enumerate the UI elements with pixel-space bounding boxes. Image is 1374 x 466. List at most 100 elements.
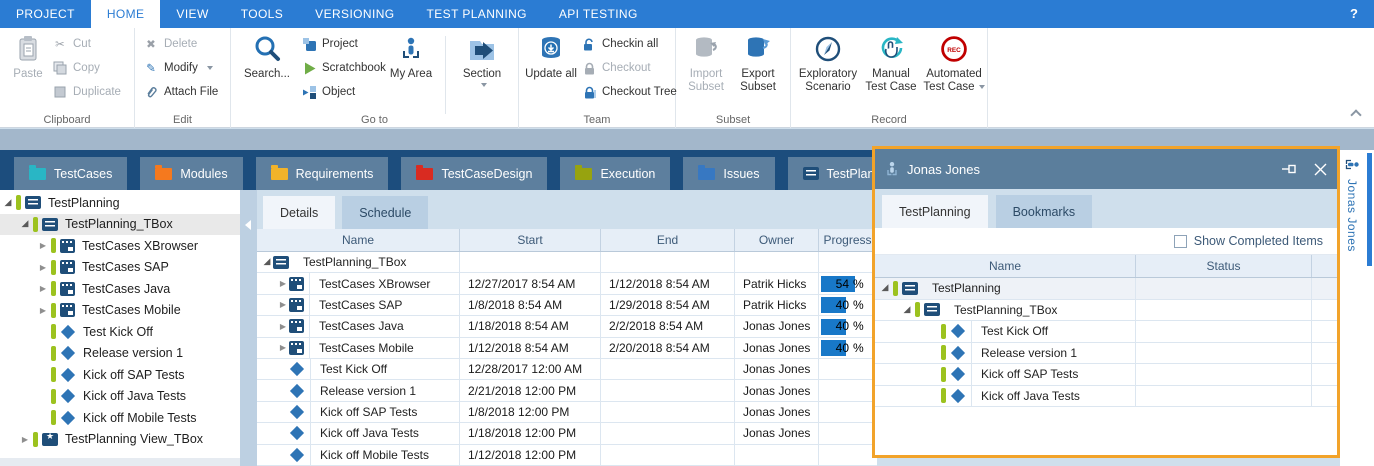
column-header-progress[interactable]: Progress: [819, 229, 876, 251]
paste-button[interactable]: Paste: [6, 32, 50, 81]
export-subset-button[interactable]: Export Subset: [734, 32, 782, 94]
tree-item[interactable]: ▶TestCases XBrowser: [0, 235, 240, 257]
tree-item[interactable]: Test Kick Off: [0, 321, 240, 343]
checkin-all-button[interactable]: Checkin all: [581, 32, 677, 56]
tab-details[interactable]: Details: [263, 196, 335, 229]
table-row[interactable]: ◢TestPlanning_TBox: [257, 252, 877, 273]
expander-icon[interactable]: ◢: [261, 257, 273, 267]
column-header-status[interactable]: Status: [1136, 255, 1312, 277]
search-button[interactable]: Search...: [239, 32, 295, 81]
duplicate-button[interactable]: Duplicate: [52, 80, 121, 104]
import-subset-button[interactable]: Import Subset: [682, 32, 730, 94]
menu-view[interactable]: VIEW: [160, 0, 224, 28]
section-button[interactable]: Section: [453, 32, 511, 87]
tree-item[interactable]: Kick off SAP Tests: [0, 364, 240, 386]
close-icon[interactable]: [1314, 163, 1327, 176]
tree-item[interactable]: Kick off Java Tests: [0, 386, 240, 408]
panel-row[interactable]: Kick off SAP Tests: [875, 364, 1337, 386]
expander-icon[interactable]: ▶: [37, 284, 49, 293]
panel-header[interactable]: Jonas Jones: [875, 149, 1337, 189]
show-completed-checkbox[interactable]: [1174, 235, 1187, 248]
help-icon[interactable]: ?: [1344, 0, 1364, 28]
panel-row[interactable]: Test Kick Off: [875, 321, 1337, 343]
tree-item[interactable]: ▶TestCases Mobile: [0, 300, 240, 322]
column-header-name[interactable]: Name: [257, 229, 460, 251]
panel-row[interactable]: ◢TestPlanning_TBox: [875, 300, 1337, 322]
menu-home[interactable]: HOME: [91, 0, 161, 28]
copy-button[interactable]: Copy: [52, 56, 121, 80]
column-header-end[interactable]: End: [601, 229, 735, 251]
panel-tab-testplanning[interactable]: TestPlanning: [882, 195, 988, 228]
tab-testcases[interactable]: TestCases: [14, 157, 127, 190]
delete-button[interactable]: ✖Delete: [143, 32, 218, 56]
tree-item[interactable]: Release version 1: [0, 343, 240, 365]
table-row[interactable]: Kick off Java Tests 1/18/2018 12:00 PM J…: [257, 423, 877, 444]
horizontal-scrollbar[interactable]: [0, 458, 240, 466]
table-row[interactable]: ▶TestCases XBrowser 12/27/2017 8:54 AM 1…: [257, 273, 877, 294]
section-dropdown-icon[interactable]: [481, 83, 487, 87]
tree-item[interactable]: ▶TestPlanning View_TBox: [0, 429, 240, 451]
pin-icon[interactable]: [1282, 163, 1298, 175]
panel-row[interactable]: ◢TestPlanning: [875, 278, 1337, 300]
menu-tools[interactable]: TOOLS: [225, 0, 299, 28]
project-button[interactable]: Project: [301, 32, 386, 56]
column-header-owner[interactable]: Owner: [735, 229, 819, 251]
exploratory-scenario-button[interactable]: Exploratory Scenario: [797, 32, 859, 94]
modify-button[interactable]: ✎Modify: [143, 56, 218, 80]
table-row[interactable]: Kick off SAP Tests 1/8/2018 12:00 PM Jon…: [257, 402, 877, 423]
tab-modules[interactable]: Modules: [140, 157, 242, 190]
menu-test-planning[interactable]: TEST PLANNING: [411, 0, 543, 28]
table-row[interactable]: Kick off Mobile Tests 1/12/2018 12:00 PM: [257, 445, 877, 466]
expander-icon[interactable]: ▶: [37, 263, 49, 272]
cut-button[interactable]: ✂Cut: [52, 32, 121, 56]
tree-item[interactable]: Kick off Mobile Tests: [0, 407, 240, 429]
menu-versioning[interactable]: VERSIONING: [299, 0, 410, 28]
automated-test-case-button[interactable]: REC Automated Test Case: [923, 32, 985, 94]
expander-icon[interactable]: ▶: [37, 306, 49, 315]
column-header-start[interactable]: Start: [460, 229, 601, 251]
tab-issues[interactable]: Issues: [683, 157, 774, 190]
tab-requirements[interactable]: Requirements: [256, 157, 389, 190]
expander-icon[interactable]: ◢: [19, 219, 31, 229]
my-area-button[interactable]: My Area: [383, 32, 439, 81]
table-row[interactable]: Release version 1 2/21/2018 12:00 PM Jon…: [257, 380, 877, 401]
expander-icon[interactable]: ◢: [2, 198, 14, 208]
tree-item[interactable]: ◢TestPlanning: [0, 192, 240, 214]
tree-item[interactable]: ▶TestCases SAP: [0, 257, 240, 279]
tree-item-selected[interactable]: ◢TestPlanning_TBox: [0, 214, 240, 236]
table-row[interactable]: ▶TestCases SAP 1/8/2018 8:54 AM 1/29/201…: [257, 295, 877, 316]
expander-icon[interactable]: ▶: [37, 241, 49, 250]
panel-row[interactable]: Kick off Java Tests: [875, 386, 1337, 408]
automated-dropdown-icon[interactable]: [979, 85, 985, 89]
scratchbook-button[interactable]: Scratchbook: [301, 56, 386, 80]
expander-icon[interactable]: ▶: [277, 343, 289, 352]
attach-file-button[interactable]: Attach File: [143, 80, 218, 104]
table-row[interactable]: Test Kick Off 12/28/2017 12:00 AM Jonas …: [257, 359, 877, 380]
expander-icon[interactable]: ▶: [277, 322, 289, 331]
table-row[interactable]: ▶TestCases Java 1/18/2018 8:54 AM 2/2/20…: [257, 316, 877, 337]
expander-icon[interactable]: ◢: [901, 305, 913, 315]
column-header-name[interactable]: Name: [875, 255, 1136, 277]
object-button[interactable]: Object: [301, 80, 386, 104]
collapse-ribbon-icon[interactable]: [1350, 109, 1361, 120]
expander-icon[interactable]: ▶: [277, 279, 289, 288]
tab-schedule[interactable]: Schedule: [342, 196, 428, 229]
checkout-button[interactable]: Checkout: [581, 56, 677, 80]
tree-item[interactable]: ▶TestCases Java: [0, 278, 240, 300]
tab-execution[interactable]: Execution: [560, 157, 670, 190]
expander-icon[interactable]: ▶: [19, 435, 31, 444]
collapse-panel-icon[interactable]: [245, 220, 251, 230]
panel-row[interactable]: Release version 1: [875, 343, 1337, 365]
table-row[interactable]: ▶TestCases Mobile 1/12/2018 8:54 AM 2/20…: [257, 338, 877, 359]
manual-test-case-button[interactable]: Manual Test Case: [861, 32, 921, 94]
side-tab-jonas-jones[interactable]: Jonas Jones: [1344, 157, 1360, 252]
menu-project[interactable]: PROJECT: [0, 0, 91, 28]
update-all-button[interactable]: Update all: [525, 32, 577, 81]
expander-icon[interactable]: ◢: [879, 283, 891, 293]
panel-tab-bookmarks[interactable]: Bookmarks: [996, 195, 1093, 228]
modify-dropdown-icon[interactable]: [207, 66, 213, 70]
panel-splitter[interactable]: [240, 190, 257, 466]
tab-testcasedesign[interactable]: TestCaseDesign: [401, 157, 547, 190]
menu-api-testing[interactable]: API TESTING: [543, 0, 654, 28]
checkout-tree-button[interactable]: Checkout Tree: [581, 80, 677, 104]
